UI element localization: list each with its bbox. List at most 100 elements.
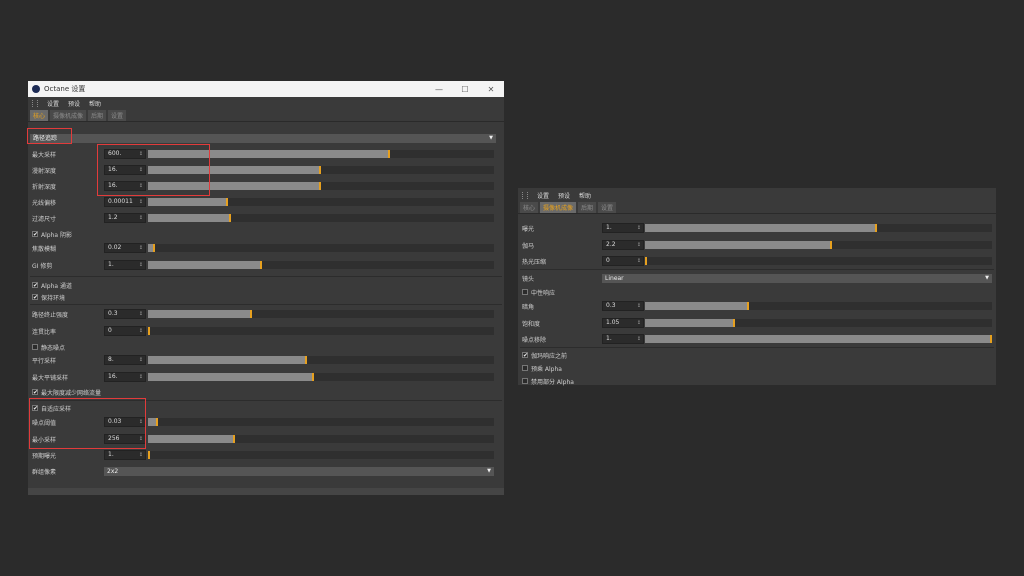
path-term-input[interactable]: 0.3 — [104, 309, 146, 319]
vignetting-slider[interactable] — [645, 302, 992, 310]
menu-settings[interactable]: 设置 — [47, 99, 59, 108]
hotpixel-input[interactable]: 0 — [602, 256, 644, 266]
exposure-slider[interactable] — [645, 224, 992, 232]
checkbox-icon[interactable]: ✔ — [522, 352, 528, 359]
hot-removal-slider[interactable] — [645, 335, 992, 343]
hot-removal-input[interactable]: 1. — [602, 334, 644, 344]
minimize-icon[interactable]: — — [426, 85, 452, 94]
camera-imager-window: 设置 预设 帮助 核心 摄像机成像 后期 设置 曝光 1. 伽马 2.2 热光压缩 0 镜头… — [518, 188, 996, 386]
ray-epsilon-input[interactable]: 0.00011 — [104, 197, 146, 207]
exposure-label: 曝光 — [522, 225, 535, 233]
row-exposure: 曝光 1. — [518, 222, 996, 234]
tab-kernel[interactable]: 核心 — [30, 110, 49, 121]
noise-threshold-slider[interactable] — [148, 418, 494, 426]
kernel-dropdown[interactable]: 路径追踪 ▼ — [30, 133, 496, 143]
min-samples-slider[interactable] — [148, 435, 494, 443]
checkbox-icon[interactable] — [522, 378, 528, 384]
tab-bar: 核心 摄像机成像 后期 设置 — [28, 110, 504, 122]
exposure-slider[interactable] — [148, 451, 494, 459]
vignetting-input[interactable]: 0.3 — [602, 301, 644, 311]
vignetting-slider-fill — [645, 302, 750, 310]
caustic-blur-input[interactable]: 0.02 — [104, 243, 146, 253]
coherent-ratio-input[interactable]: 0 — [104, 326, 146, 336]
static-noise-checkbox[interactable]: 静态噪点 — [32, 343, 65, 352]
coherent-ratio-label: 连贯比率 — [32, 328, 57, 336]
disable-partial-checkbox[interactable]: 禁用部分 Alpha — [522, 377, 574, 386]
checkbox-icon[interactable]: ✔ — [32, 231, 38, 238]
menu-presets[interactable]: 预设 — [558, 191, 570, 200]
alpha-channel-checkbox[interactable]: ✔ Alpha 通道 — [32, 281, 72, 290]
tab-post[interactable]: 后期 — [578, 202, 597, 213]
close-icon[interactable]: ✕ — [478, 85, 504, 94]
max-tile-samples-slider[interactable] — [148, 373, 494, 381]
grip-icon[interactable] — [522, 191, 528, 199]
highlight-kernel — [27, 128, 72, 144]
filter-size-slider[interactable] — [148, 214, 494, 222]
parallel-samples-slider-fill — [148, 356, 308, 364]
chevron-down-icon: ▼ — [985, 274, 989, 281]
parallel-samples-input[interactable]: 8. — [104, 355, 146, 365]
gi-clamp-input[interactable]: 1. — [104, 260, 146, 270]
checkbox-icon[interactable] — [522, 289, 528, 295]
row-coherent-ratio: 连贯比率 0 — [28, 325, 504, 337]
tab-settings[interactable]: 设置 — [108, 110, 127, 121]
static-noise-label: 静态噪点 — [41, 344, 66, 352]
hotpixel-slider[interactable] — [645, 257, 992, 265]
checkbox-icon[interactable]: ✔ — [32, 282, 38, 289]
row-premultiplied: ✔ 伽玛响应之前 — [518, 349, 996, 361]
max-tile-samples-input[interactable]: 16. — [104, 372, 146, 382]
exposure-slider-fill — [645, 224, 878, 232]
gi-clamp-slider[interactable] — [148, 261, 494, 269]
parallel-samples-slider[interactable] — [148, 356, 494, 364]
alpha-shadows-checkbox[interactable]: ✔ Alpha 阴影 — [32, 230, 72, 239]
highlight-adaptive — [29, 398, 146, 449]
menu-help[interactable]: 帮助 — [89, 99, 101, 108]
checkbox-icon[interactable] — [32, 344, 38, 350]
menu-presets[interactable]: 预设 — [68, 99, 80, 108]
checkbox-icon[interactable] — [522, 365, 528, 371]
neutral-checkbox[interactable]: 中性响应 — [522, 288, 555, 297]
checkbox-icon[interactable]: ✔ — [32, 389, 38, 396]
window-title: Octane 设置 — [44, 85, 86, 93]
tab-kernel[interactable]: 核心 — [520, 202, 539, 213]
lens-dropdown[interactable]: Linear ▼ — [602, 273, 992, 283]
filter-size-input[interactable]: 1.2 — [104, 213, 146, 223]
premult-alpha-checkbox[interactable]: 预乘 Alpha — [522, 364, 562, 373]
max-samples-label: 最大采样 — [32, 151, 57, 159]
exposure-input[interactable]: 1. — [104, 450, 146, 460]
tab-camera-imager[interactable]: 摄像机成像 — [50, 110, 87, 121]
ray-epsilon-slider[interactable] — [148, 198, 494, 206]
tab-post[interactable]: 后期 — [88, 110, 107, 121]
row-neutral: 中性响应 — [518, 286, 996, 298]
menu-settings[interactable]: 设置 — [537, 191, 549, 200]
filter-size-label: 过滤尺寸 — [32, 215, 57, 223]
path-term-slider[interactable] — [148, 310, 494, 318]
exposure-input[interactable]: 1. — [602, 223, 644, 233]
group-pixels-dropdown[interactable]: 2x2 ▼ — [104, 466, 494, 476]
saturation-slider[interactable] — [645, 319, 992, 327]
keep-env-checkbox[interactable]: ✔ 保持环境 — [32, 293, 65, 302]
alpha-shadows-label: Alpha 阴影 — [41, 231, 72, 239]
minimize-net-checkbox[interactable]: ✔ 最大限度减少网络流量 — [32, 388, 101, 397]
group-pixels-label: 群组像素 — [32, 468, 57, 476]
maximize-icon[interactable]: ☐ — [452, 85, 478, 94]
menu-help[interactable]: 帮助 — [579, 191, 591, 200]
saturation-input[interactable]: 1.05 — [602, 318, 644, 328]
checkbox-icon[interactable]: ✔ — [32, 294, 38, 301]
caustic-blur-slider[interactable] — [148, 244, 494, 252]
grip-icon[interactable] — [32, 100, 38, 107]
gamma-input[interactable]: 2.2 — [602, 240, 644, 250]
octane-logo-icon — [32, 85, 40, 93]
row-gi-clamp: GI 修剪 1. — [28, 259, 504, 271]
separator — [520, 347, 994, 348]
caustic-blur-label: 焦散模糊 — [32, 245, 57, 253]
exposure-label: 预期曝光 — [32, 452, 57, 460]
tab-settings[interactable]: 设置 — [598, 202, 617, 213]
tab-camera-imager[interactable]: 摄像机成像 — [540, 202, 577, 213]
row-path-term: 路径终止强度 0.3 — [28, 308, 504, 320]
menu-bar-2: 设置 预设 帮助 — [518, 188, 996, 202]
gamma-slider-fill — [645, 241, 833, 249]
premultiplied-checkbox[interactable]: ✔ 伽玛响应之前 — [522, 351, 567, 360]
gamma-slider[interactable] — [645, 241, 992, 249]
coherent-ratio-slider[interactable] — [148, 327, 494, 335]
